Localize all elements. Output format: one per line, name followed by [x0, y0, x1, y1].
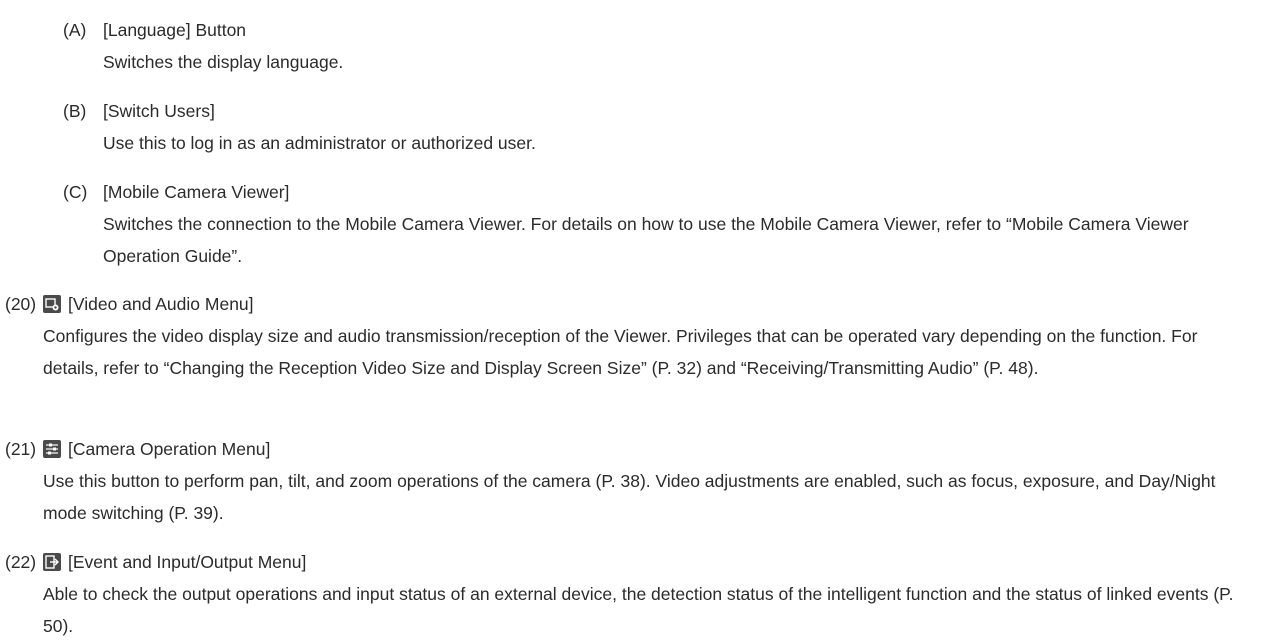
item-a: (A) [Language] Button Switches the displ…	[63, 18, 1243, 78]
item-20: (20) [Video and Audio Menu] Configures t…	[5, 292, 1255, 384]
item-description: Use this to log in as an administrator o…	[103, 133, 536, 153]
item-title: [Switch Users]	[103, 101, 215, 121]
item-marker: (21)	[5, 439, 37, 459]
item-title: [Video and Audio Menu]	[68, 294, 254, 314]
item-title: [Mobile Camera Viewer]	[103, 182, 290, 202]
event-io-exit-icon	[43, 553, 61, 571]
item-title: [Language] Button	[103, 20, 247, 40]
item-marker: (22)	[5, 552, 37, 572]
item-description: Switches the connection to the Mobile Ca…	[103, 214, 1189, 266]
item-description: Able to check the output operations and …	[43, 584, 1234, 636]
item-description: Switches the display language.	[103, 52, 344, 72]
item-c: (C) [Mobile Camera Viewer] Switches the …	[63, 180, 1243, 272]
item-marker: (B)	[63, 101, 87, 121]
video-audio-settings-icon	[43, 295, 61, 313]
camera-operation-sliders-icon	[43, 440, 61, 458]
item-title: [Camera Operation Menu]	[68, 439, 271, 459]
item-marker: (C)	[63, 182, 88, 202]
item-title: [Event and Input/Output Menu]	[68, 552, 307, 572]
item-description: Configures the video display size and au…	[43, 326, 1198, 378]
item-marker: (20)	[5, 294, 37, 314]
item-22: (22) [Event and Input/Output Menu] Able …	[5, 550, 1255, 642]
item-marker: (A)	[63, 20, 87, 40]
item-description: Use this button to perform pan, tilt, an…	[43, 471, 1216, 523]
item-b: (B) [Switch Users] Use this to log in as…	[63, 99, 1243, 159]
item-21: (21) [Camera Operation Menu] Use this bu…	[5, 437, 1255, 529]
